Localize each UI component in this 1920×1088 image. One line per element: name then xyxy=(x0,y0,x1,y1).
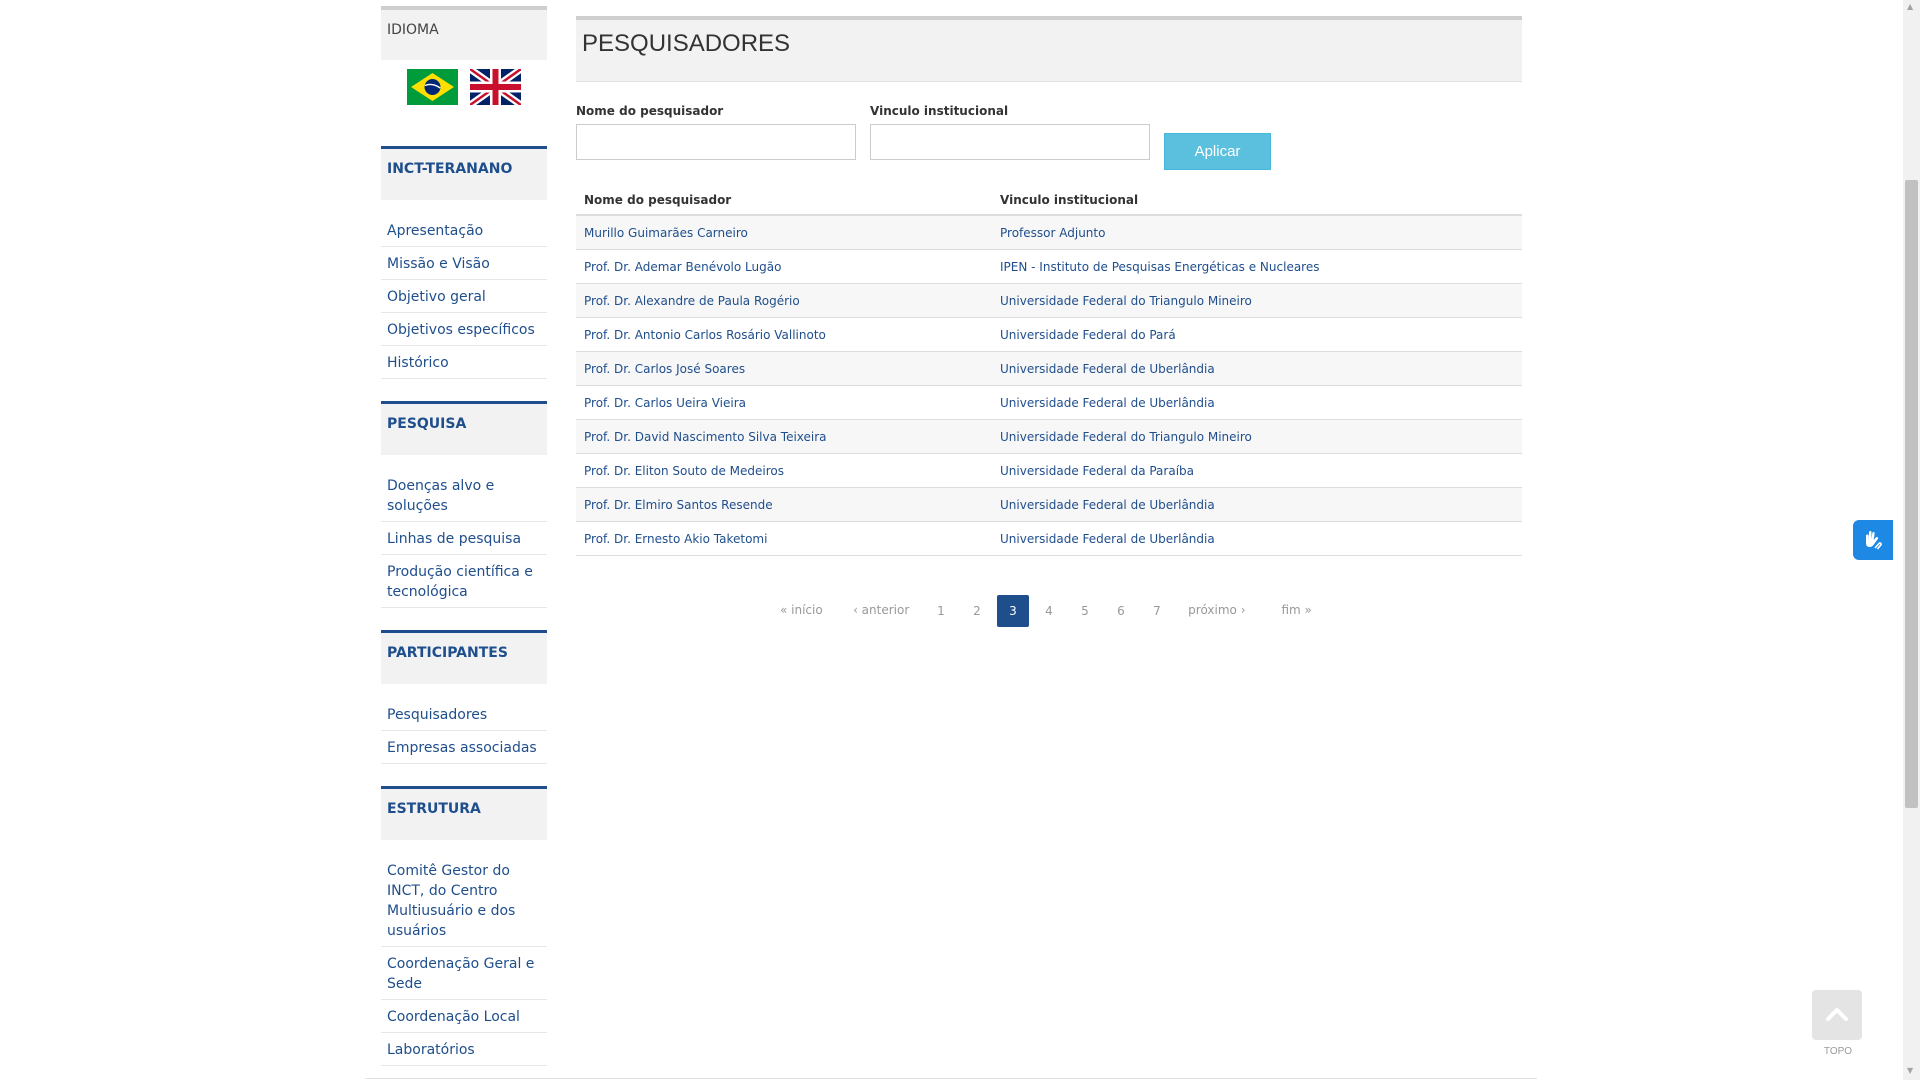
pager-last[interactable]: fim » xyxy=(1261,594,1333,626)
sidebar-item[interactable]: Empresas associadas xyxy=(381,731,547,764)
table-row: Prof. Dr. Alexandre de Paula Rogério Univ… xyxy=(576,283,1522,318)
scroll-down-arrow-icon[interactable]: ▼ xyxy=(1907,1066,1913,1075)
name-filter-input[interactable] xyxy=(576,124,856,160)
table-header-row: Nome do pesquisador Vinculo instituciona… xyxy=(576,184,1522,216)
page-title: PESQUISADORES xyxy=(582,30,791,57)
vlibras-accessibility-button[interactable] xyxy=(1853,520,1893,560)
researcher-name-link[interactable]: Prof. Dr. Ademar Benévolo Lugão xyxy=(576,249,992,284)
column-header-name[interactable]: Nome do pesquisador xyxy=(576,184,992,216)
pager-page[interactable]: 6 xyxy=(1105,595,1137,627)
sidebar-item[interactable]: Apresentação xyxy=(381,214,547,247)
back-to-top-button[interactable] xyxy=(1812,990,1862,1040)
table-row: Prof. Dr. Carlos José Soares Universidade… xyxy=(576,351,1522,386)
researchers-table: Nome do pesquisador Vinculo instituciona… xyxy=(576,184,1522,556)
researcher-name-link[interactable]: Murillo Guimarães Carneiro xyxy=(576,215,992,250)
brazil-flag-icon[interactable] xyxy=(407,69,458,105)
sidebar-item[interactable]: Coordenação Geral e Sede xyxy=(381,947,547,1000)
sidebar-section-heading: INCT-TERANANO xyxy=(381,146,547,200)
researcher-name-link[interactable]: Prof. Dr. Carlos José Soares xyxy=(576,351,992,386)
apply-button[interactable]: Aplicar xyxy=(1164,133,1271,170)
table-body: Murillo Guimarães Carneiro Professor Adju… xyxy=(576,215,1522,556)
chevron-up-icon xyxy=(1826,1008,1848,1021)
sidebar-menu: Apresentação Missão e Visão Objetivo geral… xyxy=(381,214,547,379)
language-flags xyxy=(381,60,547,146)
institution-link[interactable]: Universidade Federal de Uberlândia xyxy=(992,385,1522,420)
pager-previous[interactable]: ‹ anterior xyxy=(845,594,917,626)
footer-divider xyxy=(365,1078,1537,1079)
researcher-name-link[interactable]: Prof. Dr. Antonio Carlos Rosário Vallino… xyxy=(576,317,992,352)
sidebar-section-heading: PESQUISA xyxy=(381,401,547,455)
institution-filter-label: Vinculo institucional xyxy=(870,104,1009,118)
sidebar-item[interactable]: Produção científica e tecnológica xyxy=(381,555,547,608)
pager-page[interactable]: 5 xyxy=(1069,595,1101,627)
sidebar-section-heading: PARTICIPANTES xyxy=(381,630,547,684)
institution-link[interactable]: Universidade Federal da Paraíba xyxy=(992,453,1522,488)
pager-page[interactable]: 7 xyxy=(1141,595,1173,627)
pager-page[interactable]: 2 xyxy=(961,595,993,627)
table-row: Prof. Dr. Ademar Benévolo Lugão IPEN - In… xyxy=(576,249,1522,284)
table-row: Prof. Dr. Carlos Ueira Vieira Universidad… xyxy=(576,385,1522,420)
sidebar-item[interactable]: Laboratórios xyxy=(381,1033,547,1066)
table-row: Prof. Dr. Elmiro Santos Resende Universid… xyxy=(576,487,1522,522)
researcher-name-link[interactable]: Prof. Dr. David Nascimento Silva Teixeir… xyxy=(576,419,992,454)
sidebar-item[interactable]: Objetivo geral xyxy=(381,280,547,313)
sidebar-menu: Pesquisadores Empresas associadas xyxy=(381,698,547,764)
researcher-name-link[interactable]: Prof. Dr. Carlos Ueira Vieira xyxy=(576,385,992,420)
name-filter-group: Nome do pesquisador xyxy=(576,104,856,160)
researcher-name-link[interactable]: Prof. Dr. Ernesto Akio Taketomi xyxy=(576,521,992,556)
page-title-box: PESQUISADORES xyxy=(576,16,1522,82)
sidebar: IDIOMA INCT-TERANANO Apresentação Missão e… xyxy=(381,0,547,1088)
pager-next[interactable]: próximo › xyxy=(1181,594,1253,626)
institution-link[interactable]: Professor Adjunto xyxy=(992,215,1522,250)
scrollbar-thumb[interactable] xyxy=(1905,180,1918,808)
sidebar-menu: Doenças alvo e soluções Linhas de pesquis… xyxy=(381,469,547,608)
table-row: Prof. Dr. Antonio Carlos Rosário Vallino… xyxy=(576,317,1522,352)
sidebar-section-heading: ESTRUTURA xyxy=(381,786,547,840)
table-row: Prof. Dr. David Nascimento Silva Teixeir… xyxy=(576,419,1522,454)
institution-link[interactable]: Universidade Federal de Uberlândia xyxy=(992,487,1522,522)
table-row: Prof. Dr. Eliton Souto de Medeiros Univer… xyxy=(576,453,1522,488)
back-to-top-label: TOPO xyxy=(1823,1046,1853,1057)
sidebar-menu: Comitê Gestor do INCT, do Centro Multius… xyxy=(381,854,547,1066)
sidebar-item[interactable]: Comitê Gestor do INCT, do Centro Multius… xyxy=(381,854,547,947)
table-row: Prof. Dr. Ernesto Akio Taketomi Universid… xyxy=(576,521,1522,556)
pager-page[interactable]: 1 xyxy=(925,595,957,627)
researcher-name-link[interactable]: Prof. Dr. Eliton Souto de Medeiros xyxy=(576,453,992,488)
main-content: PESQUISADORES Nome do pesquisador Vincul… xyxy=(576,16,1522,627)
institution-filter-group: Vinculo institucional xyxy=(870,104,1150,160)
scroll-up-arrow-icon[interactable]: ▲ xyxy=(1907,2,1913,11)
institution-link[interactable]: Universidade Federal de Uberlândia xyxy=(992,351,1522,386)
sidebar-item[interactable]: Pesquisadores xyxy=(381,698,547,731)
institution-link[interactable]: Universidade Federal do Triangulo Mineir… xyxy=(992,419,1522,454)
sidebar-item[interactable]: Histórico xyxy=(381,346,547,379)
pager-first[interactable]: « início xyxy=(765,594,837,626)
sidebar-item[interactable]: Coordenação Local xyxy=(381,1000,547,1033)
sidebar-item[interactable]: Missão e Visão xyxy=(381,247,547,280)
table-row: Murillo Guimarães Carneiro Professor Adju… xyxy=(576,215,1522,250)
researcher-name-link[interactable]: Prof. Dr. Elmiro Santos Resende xyxy=(576,487,992,522)
language-heading: IDIOMA xyxy=(381,6,547,60)
sidebar-item[interactable]: Objetivos específicos xyxy=(381,313,547,346)
institution-link[interactable]: Universidade Federal de Uberlândia xyxy=(992,521,1522,556)
institution-link[interactable]: Universidade Federal do Pará xyxy=(992,317,1522,352)
institution-link[interactable]: Universidade Federal do Triangulo Mineir… xyxy=(992,283,1522,318)
filter-form: Nome do pesquisador Vinculo instituciona… xyxy=(576,82,1522,178)
sidebar-item[interactable]: Linhas de pesquisa xyxy=(381,522,547,555)
researcher-name-link[interactable]: Prof. Dr. Alexandre de Paula Rogério xyxy=(576,283,992,318)
column-header-institution[interactable]: Vinculo institucional xyxy=(992,184,1522,216)
uk-flag-icon[interactable] xyxy=(470,69,521,105)
back-to-top[interactable]: TOPO xyxy=(1812,990,1864,1057)
pager-page[interactable]: 4 xyxy=(1033,595,1065,627)
name-filter-label: Nome do pesquisador xyxy=(576,104,724,118)
institution-link[interactable]: IPEN - Instituto de Pesquisas Energética… xyxy=(992,249,1522,284)
pager-pages: 1234567 xyxy=(923,594,1175,627)
pager-current-page[interactable]: 3 xyxy=(997,594,1029,627)
institution-filter-input[interactable] xyxy=(870,124,1150,160)
sign-language-hands-icon xyxy=(1866,531,1882,550)
sidebar-item[interactable]: Doenças alvo e soluções xyxy=(381,469,547,522)
sidebar-sections: INCT-TERANANO Apresentação Missão e Visão O… xyxy=(381,146,547,1066)
pagination: « início ‹ anterior 1234567 próximo › fi… xyxy=(576,594,1522,627)
page-scrollbar[interactable]: ▲ ▼ xyxy=(1903,0,1920,1080)
